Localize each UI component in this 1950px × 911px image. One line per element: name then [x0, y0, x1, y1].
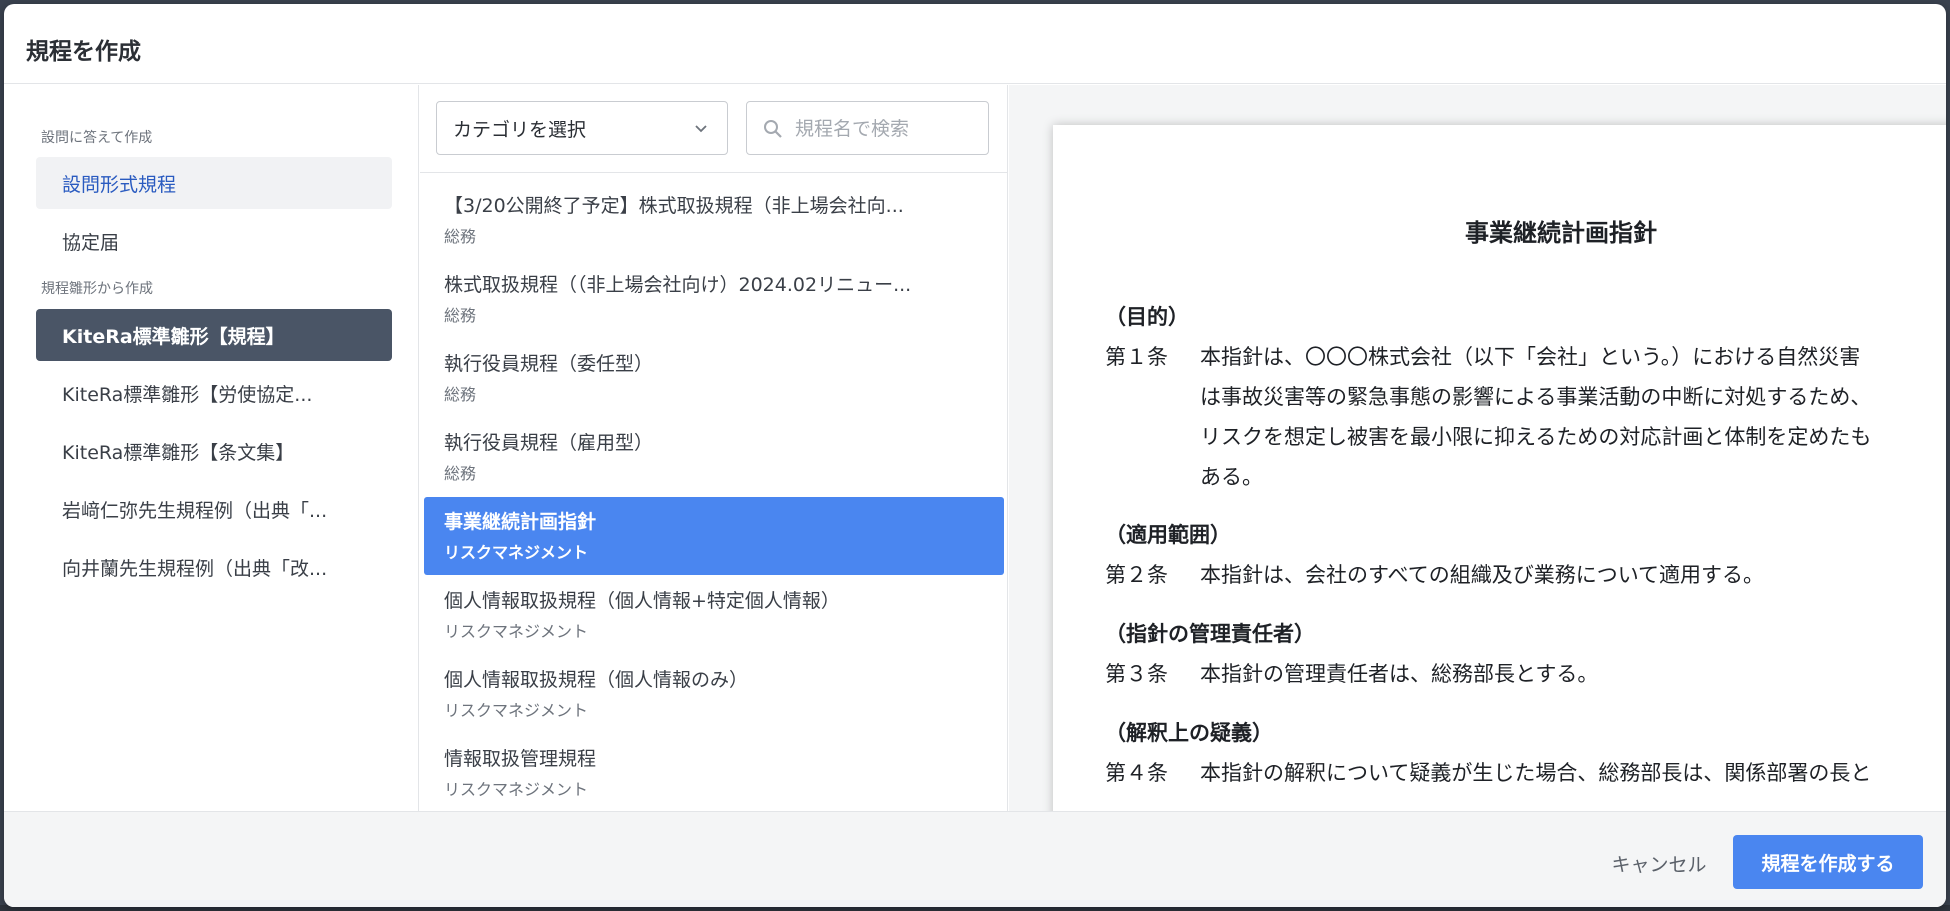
list-item-category: 総務: [444, 385, 477, 404]
dialog-header: 規程を作成: [4, 4, 1946, 84]
dialog-title: 規程を作成: [26, 39, 141, 65]
article-heading: （解釈上の疑義）: [1105, 721, 1273, 745]
sidebar-item-kitera-clauses[interactable]: KiteRa標準雛形【条文集】: [36, 425, 392, 477]
preview-title: 事業継続計画指針: [1465, 219, 1657, 247]
list-item-title: 個人情報取扱規程（個人情報のみ）: [444, 669, 749, 691]
list-item-category: 総務: [444, 306, 477, 325]
document-preview[interactable]: 事業継続計画指針 （目的） 第１条 本指針は、〇〇〇株式会社（以下「会社」という…: [1009, 85, 1946, 811]
article-heading: （適用範囲）: [1105, 523, 1231, 547]
sidebar-item-question-format[interactable]: 設問形式規程: [36, 157, 392, 209]
article-text: 本指針の管理責任者は、総務部長とする。: [1200, 662, 1599, 686]
sidebar-item-kitera-labor-agreement[interactable]: KiteRa標準雛形【労使協定...: [36, 367, 392, 419]
source-sidebar: 設問に答えて作成 設問形式規程 協定届 規程雛形から作成 KiteRa標準雛形【…: [4, 85, 419, 811]
cancel-button[interactable]: キャンセル: [1599, 838, 1719, 888]
search-icon: [764, 120, 782, 138]
category-select-value: カテゴリを選択: [453, 118, 587, 141]
create-rule-button[interactable]: 規程を作成する: [1733, 835, 1923, 889]
list-item-title: 個人情報取扱規程（個人情報+特定個人情報）: [444, 590, 840, 612]
list-item-category: リスクマネジメント: [444, 622, 589, 641]
article-text: 本指針の解釈について疑義が生じた場合、総務部長は、関係部署の長と: [1200, 761, 1872, 785]
sidebar-item-iwasaki-examples[interactable]: 岩﨑仁弥先生規程例（出典「...: [36, 483, 392, 535]
list-item[interactable]: 個人情報取扱規程（個人情報+特定個人情報） リスクマネジメント: [420, 576, 1004, 654]
article-heading: （指針の管理責任者）: [1105, 622, 1315, 646]
article-text: ある。: [1200, 465, 1263, 489]
article-heading: （目的）: [1105, 305, 1189, 329]
create-rule-dialog: 規程を作成 設問に答えて作成 設問形式規程 協定届 規程雛形から作成 KiteR…: [4, 4, 1946, 907]
list-item[interactable]: 執行役員規程（雇用型） 総務: [420, 418, 1004, 496]
list-item-title: 情報取扱管理規程: [444, 748, 597, 770]
list-item-title: 株式取扱規程（（非上場会社向け）2024.02リニュー...: [444, 274, 912, 296]
list-item-category: 総務: [444, 227, 477, 246]
article-number: 第２条: [1105, 563, 1168, 587]
list-item-title: 執行役員規程（雇用型）: [444, 432, 654, 454]
article-number: 第３条: [1105, 662, 1168, 686]
list-item-category: リスクマネジメント: [444, 780, 589, 799]
category-select[interactable]: カテゴリを選択: [436, 101, 728, 155]
list-item[interactable]: 執行役員規程（委任型） 総務: [420, 339, 1004, 417]
list-item[interactable]: 株式取扱規程（（非上場会社向け）2024.02リニュー... 総務: [420, 260, 1004, 338]
article-number: 第１条: [1105, 345, 1168, 369]
search-field[interactable]: [746, 101, 989, 155]
article-text: リスクを想定し被害を最小限に抑えるための対応計画と体制を定めたも: [1200, 425, 1872, 449]
sidebar-item-agreement-notice[interactable]: 協定届: [36, 215, 392, 267]
article-text: 本指針は、会社のすべての組織及び業務について適用する。: [1200, 563, 1765, 587]
list-item[interactable]: 情報取扱管理規程 リスクマネジメント: [420, 734, 1004, 811]
list-item-title: 事業継続計画指針: [444, 511, 597, 533]
article-number: 第４条: [1105, 761, 1168, 785]
list-item-category: リスクマネジメント: [444, 543, 589, 562]
list-item[interactable]: 個人情報取扱規程（個人情報のみ） リスクマネジメント: [420, 655, 1004, 733]
sidebar-item-mukai-examples[interactable]: 向井蘭先生規程例（出典「改...: [36, 541, 392, 593]
article-text: 本指針は、〇〇〇株式会社（以下「会社」という。）における自然災害: [1200, 345, 1861, 369]
search-input[interactable]: [795, 112, 981, 146]
dialog-footer: キャンセル 規程を作成する: [4, 811, 1946, 907]
section-label-questions: 設問に答えて作成: [41, 130, 153, 146]
article-text: は事故災害等の緊急事態の影響による事業活動の中断に対処するため、: [1200, 385, 1872, 409]
list-item-category: リスクマネジメント: [444, 701, 589, 720]
template-list-panel: カテゴリを選択 【3/20公開終了予定】株式取扱規程（非上場会社向... 総務 …: [420, 85, 1008, 811]
list-item-title: 【3/20公開終了予定】株式取扱規程（非上場会社向...: [444, 195, 904, 217]
list-item-selected[interactable]: 事業継続計画指針 リスクマネジメント: [424, 497, 1004, 575]
filter-toolbar: カテゴリを選択: [420, 85, 1007, 173]
list-item[interactable]: 【3/20公開終了予定】株式取扱規程（非上場会社向... 総務: [420, 181, 1004, 259]
chevron-down-icon: [695, 125, 707, 133]
sidebar-item-kitera-rules[interactable]: KiteRa標準雛形【規程】: [36, 309, 392, 361]
preview-page: 事業継続計画指針 （目的） 第１条 本指針は、〇〇〇株式会社（以下「会社」という…: [1053, 125, 1946, 811]
list-item-title: 執行役員規程（委任型）: [444, 353, 654, 375]
list-item-category: 総務: [444, 464, 477, 483]
section-label-templates: 規程雛形から作成: [41, 281, 153, 297]
